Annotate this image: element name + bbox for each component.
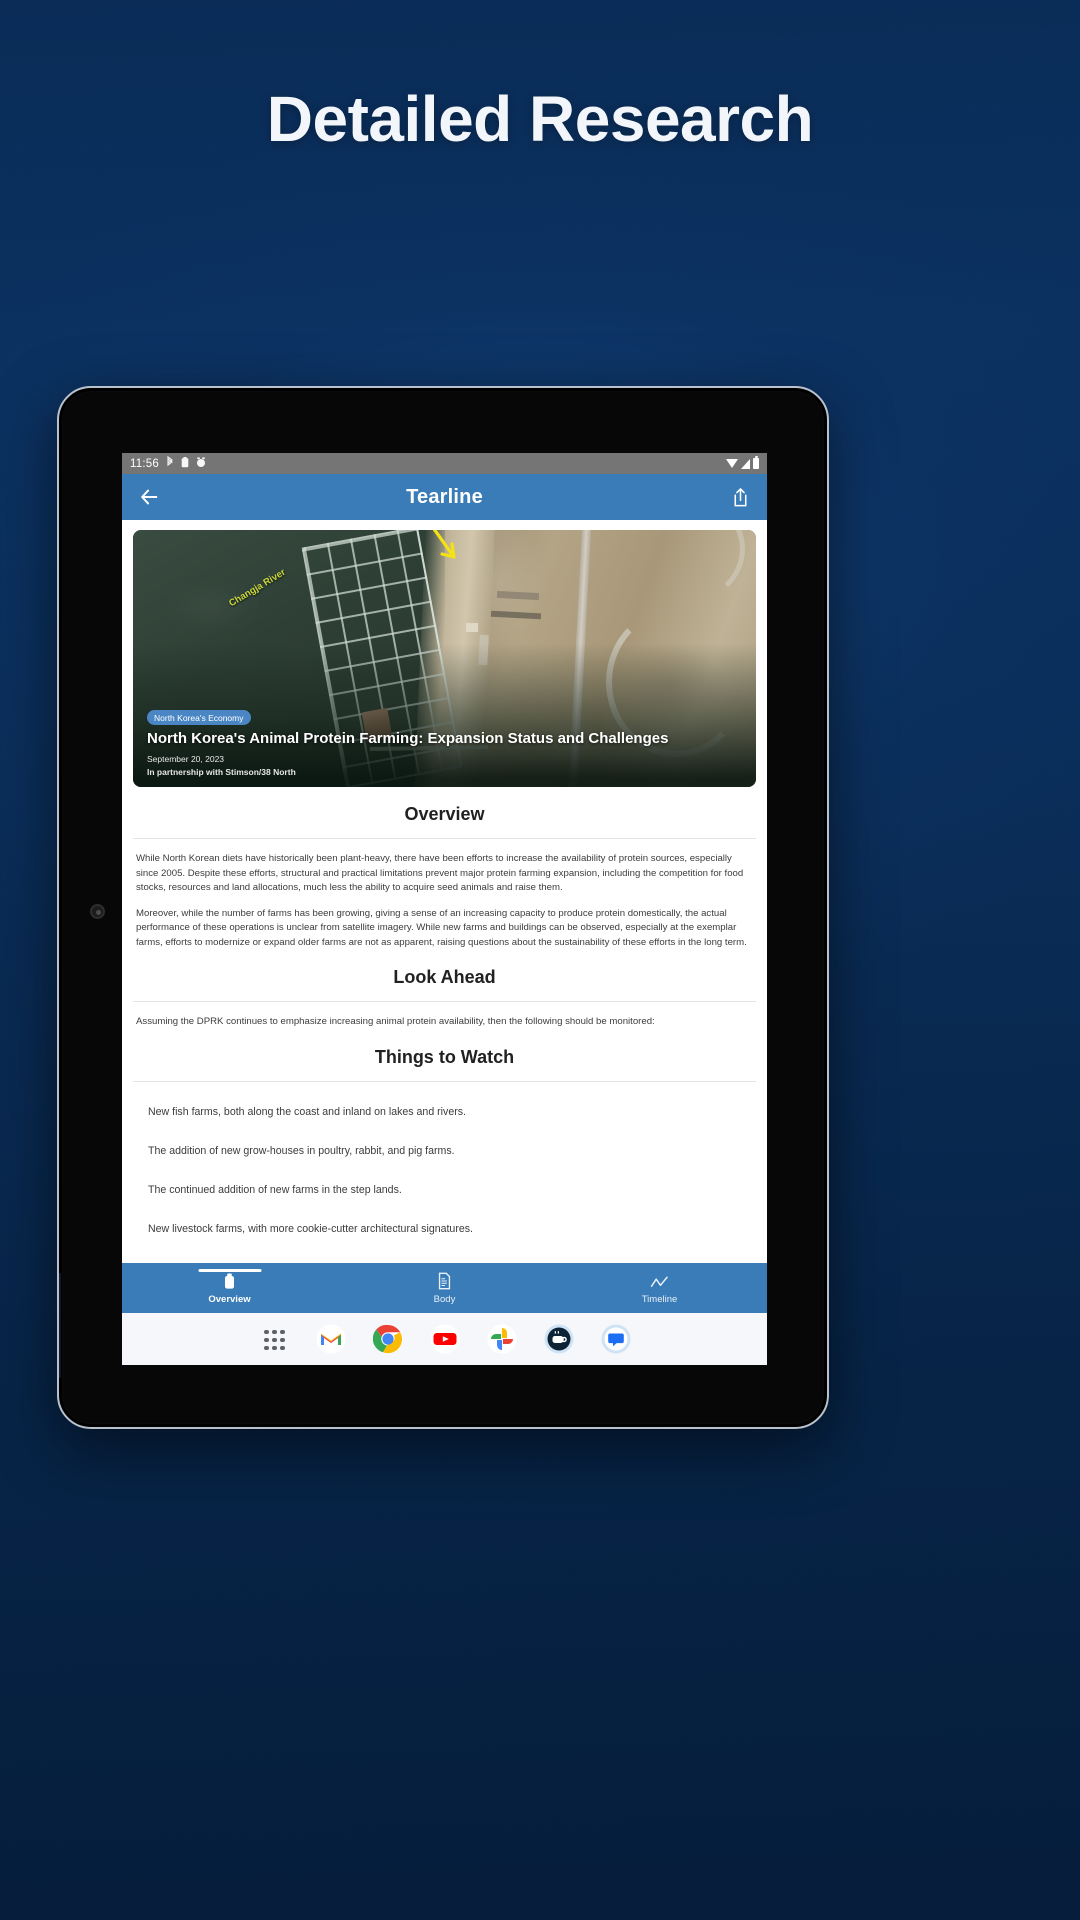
google-messages-icon[interactable]	[601, 1324, 631, 1354]
hero-card[interactable]: Changja River North Korea's Economy Nort…	[133, 530, 756, 787]
section-heading-things-to-watch: Things to Watch	[374, 1047, 515, 1068]
overview-paragraph-2: Moreover, while the number of farms has …	[136, 907, 747, 948]
wifi-icon	[726, 459, 738, 468]
watch-item: New fish farms, both along the coast and…	[148, 1106, 466, 1119]
section-heading-look-ahead: Look Ahead	[393, 967, 496, 988]
section-heading-overview: Overview	[404, 804, 485, 824]
article-scroll-content[interactable]: Changja River North Korea's Economy Nort…	[122, 520, 767, 1263]
device-side-edge	[59, 1273, 61, 1378]
tab-overview[interactable]: Overview	[122, 1263, 337, 1313]
divider-overview	[133, 838, 756, 839]
back-arrow-icon[interactable]	[136, 484, 162, 510]
yellow-arrow-icon	[429, 530, 473, 573]
signal-icon	[741, 458, 750, 469]
overview-icon	[221, 1271, 238, 1290]
watch-item: New livestock farms, with more cookie-cu…	[148, 1223, 473, 1236]
page-title: Tearline	[406, 485, 483, 508]
share-icon[interactable]	[727, 484, 753, 510]
app-drawer-icon[interactable]	[259, 1324, 289, 1354]
category-badge[interactable]: North Korea's Economy	[147, 710, 251, 726]
clipboard-icon	[181, 456, 189, 471]
article-date: September 20, 2023	[147, 754, 225, 765]
google-photos-icon[interactable]	[487, 1324, 517, 1354]
article-title: North Korea's Animal Protein Farming: Ex…	[147, 730, 669, 748]
look-ahead-paragraph-1: Assuming the DPRK continues to emphasize…	[136, 1016, 655, 1028]
front-camera-icon	[90, 904, 105, 919]
alarm-icon	[196, 456, 206, 471]
tab-label: Body	[433, 1294, 456, 1305]
divider-things-to-watch	[133, 1081, 756, 1083]
android-dock	[122, 1313, 767, 1365]
tablet-device-frame: 11:56 Tearline Changja River North Korea…	[57, 386, 829, 1429]
promo-headline: Detailed Research	[266, 83, 814, 155]
building-4	[466, 622, 479, 632]
chrome-icon[interactable]	[372, 1324, 403, 1354]
youtube-icon[interactable]	[430, 1324, 460, 1354]
document-icon	[437, 1271, 452, 1290]
status-bar-left: 11:56	[130, 455, 206, 471]
status-bar-right	[726, 456, 759, 469]
app-bar: Tearline	[122, 474, 767, 520]
active-tab-indicator	[198, 1269, 261, 1272]
tab-timeline[interactable]: Timeline	[552, 1263, 767, 1313]
timeline-icon	[650, 1271, 669, 1290]
article-partnership: In partnership with Stimson/38 North	[147, 766, 296, 777]
status-bar: 11:56	[122, 453, 767, 474]
bluetooth-icon	[166, 455, 174, 471]
status-bar-clock: 11:56	[130, 457, 159, 470]
tab-body[interactable]: Body	[337, 1263, 552, 1313]
bottom-tab-bar: Overview Body Timeline	[122, 1263, 767, 1313]
device-screen: 11:56 Tearline Changja River North Korea…	[122, 453, 767, 1365]
overview-paragraph-1: While North Korean diets have historical…	[136, 853, 744, 894]
watch-item: The continued addition of new farms in t…	[148, 1184, 402, 1197]
gmail-icon[interactable]	[316, 1324, 346, 1354]
battery-icon	[753, 456, 759, 469]
tab-label: Overview	[208, 1294, 251, 1305]
tearline-app-icon[interactable]	[544, 1324, 574, 1354]
watch-item: The addition of new grow-houses in poult…	[148, 1145, 455, 1158]
divider-look-ahead	[133, 1001, 756, 1003]
hero-text-block: North Korea's Economy North Korea's Anim…	[147, 708, 742, 778]
tab-label: Timeline	[641, 1294, 678, 1305]
